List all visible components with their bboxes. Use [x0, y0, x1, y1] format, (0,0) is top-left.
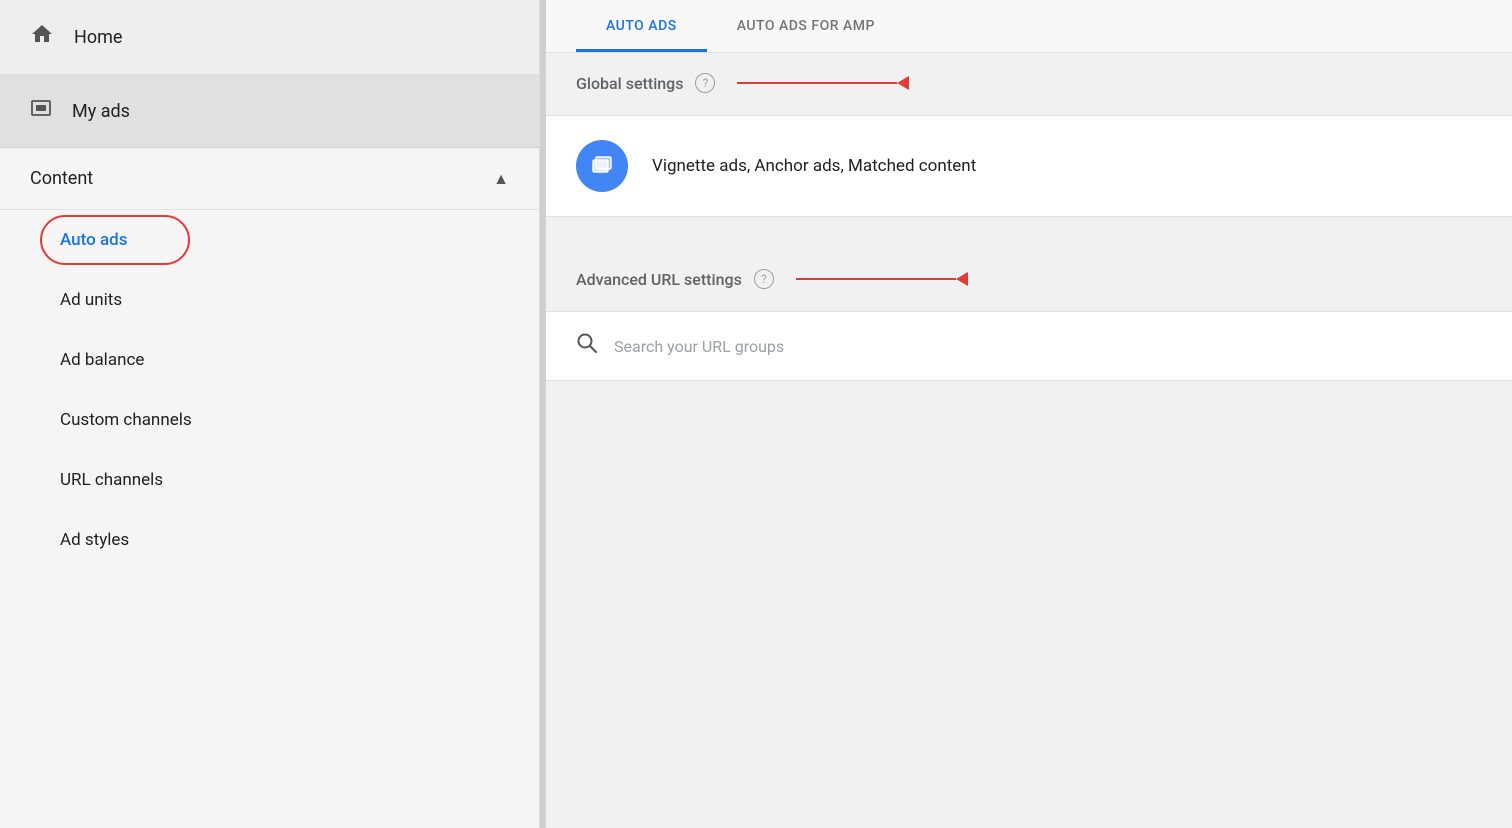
ad-units-label: Ad units [60, 290, 122, 310]
my-ads-label: My ads [72, 101, 130, 122]
search-icon [576, 332, 598, 360]
ad-type-icon [576, 140, 628, 192]
content-section-header[interactable]: Content ▲ [0, 148, 539, 210]
arrow-line [737, 82, 897, 85]
global-settings-help-icon[interactable]: ? [695, 73, 715, 93]
global-settings-header: Global settings ? [546, 53, 1512, 113]
custom-channels-label: Custom channels [60, 410, 192, 430]
tab-auto-ads-amp[interactable]: AUTO ADS FOR AMP [707, 0, 905, 52]
sidebar-item-ad-styles[interactable]: Ad styles [0, 510, 539, 570]
ad-balance-label: Ad balance [60, 350, 144, 370]
auto-ads-label: Auto ads [60, 230, 127, 250]
global-settings-arrow [737, 76, 909, 90]
global-settings-label: Global settings [576, 74, 683, 93]
global-settings-card[interactable]: Vignette ads, Anchor ads, Matched conten… [546, 115, 1512, 217]
content-area: Global settings ? Vignette ads, Anchor a… [546, 53, 1512, 828]
arrow-head [897, 76, 909, 90]
sidebar-item-url-channels[interactable]: URL channels [0, 450, 539, 510]
home-icon [30, 22, 54, 52]
sidebar-item-auto-ads[interactable]: Auto ads [0, 210, 539, 270]
main-content: AUTO ADS AUTO ADS FOR AMP Global setting… [546, 0, 1512, 828]
sidebar-item-my-ads[interactable]: My ads [0, 75, 539, 148]
advanced-url-settings-arrow [796, 272, 968, 286]
sidebar-item-ad-units[interactable]: Ad units [0, 270, 539, 330]
sidebar-item-ad-balance[interactable]: Ad balance [0, 330, 539, 390]
search-placeholder: Search your URL groups [614, 337, 784, 356]
arrow-line-2 [796, 278, 956, 281]
chevron-up-icon: ▲ [493, 169, 509, 189]
ad-styles-label: Ad styles [60, 530, 129, 550]
tab-auto-ads-label: AUTO ADS [606, 18, 677, 34]
sidebar-item-custom-channels[interactable]: Custom channels [0, 390, 539, 450]
tab-auto-ads[interactable]: AUTO ADS [576, 0, 707, 52]
home-label: Home [74, 27, 122, 48]
advanced-url-settings-header: Advanced URL settings ? [546, 249, 1512, 309]
content-label: Content [30, 168, 93, 189]
arrow-head-2 [956, 272, 968, 286]
tabs-bar: AUTO ADS AUTO ADS FOR AMP [546, 0, 1512, 53]
sidebar: Home My ads Content ▲ Auto ads Ad units … [0, 0, 540, 828]
advanced-url-settings-help-icon[interactable]: ? [754, 269, 774, 289]
my-ads-icon [30, 97, 52, 125]
spacer-1 [546, 219, 1512, 249]
url-groups-search-box[interactable]: Search your URL groups [546, 311, 1512, 381]
tab-auto-ads-amp-label: AUTO ADS FOR AMP [737, 18, 875, 34]
url-channels-label: URL channels [60, 470, 163, 490]
sidebar-item-home[interactable]: Home [0, 0, 539, 75]
advanced-url-settings-label: Advanced URL settings [576, 270, 742, 289]
global-settings-card-text: Vignette ads, Anchor ads, Matched conten… [652, 156, 976, 176]
